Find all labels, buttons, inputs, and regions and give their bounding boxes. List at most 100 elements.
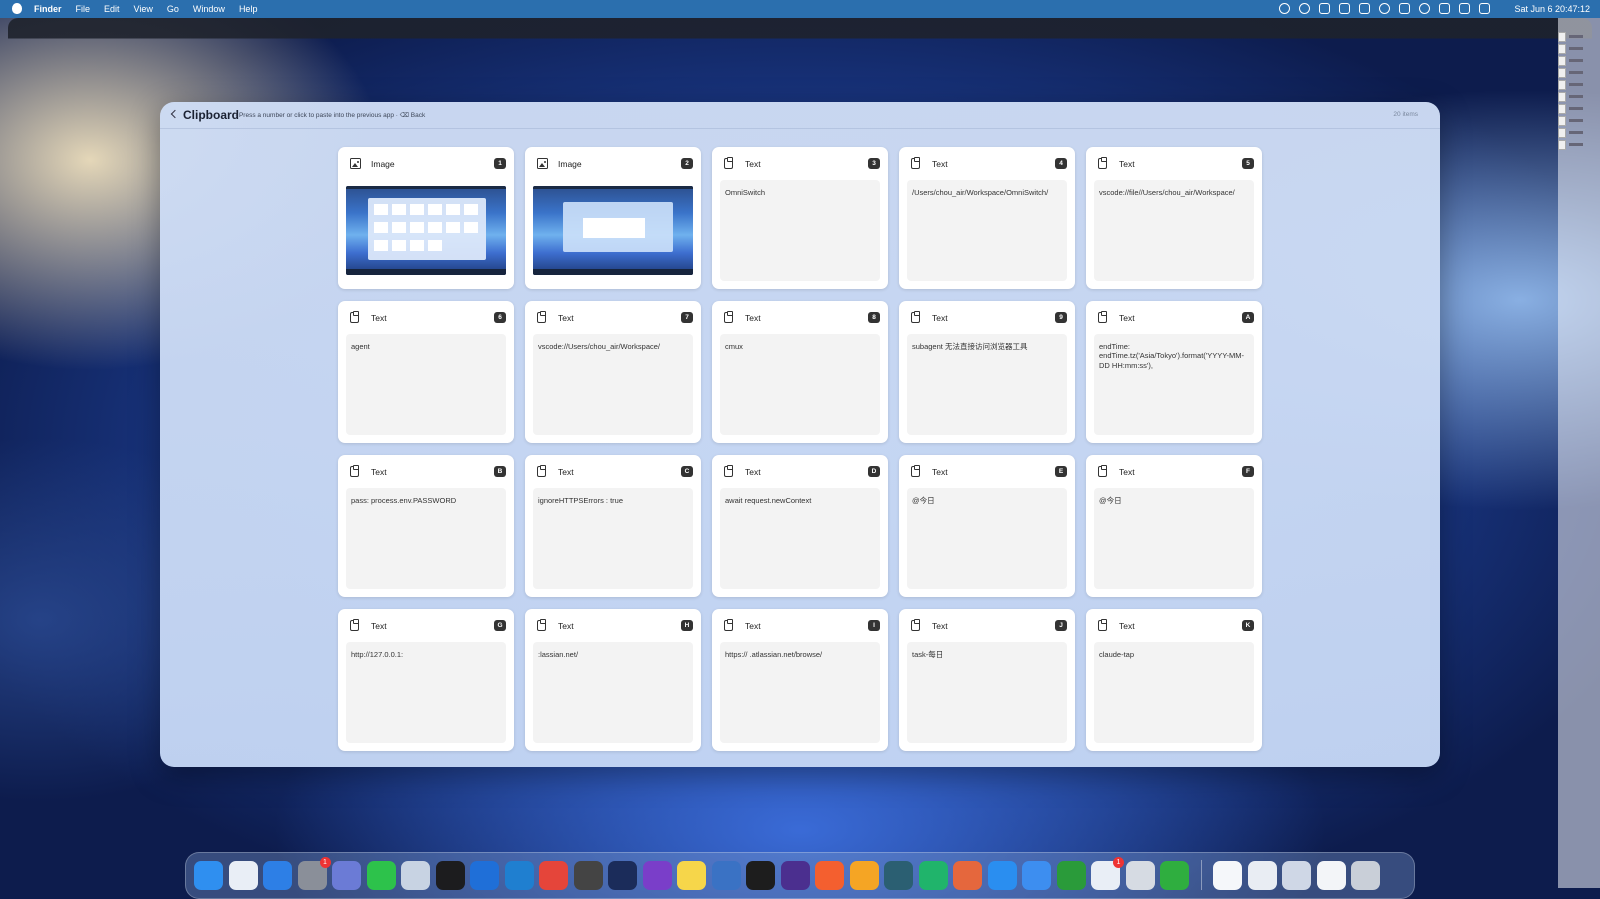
trash-icon[interactable]	[1351, 860, 1380, 890]
clipboard-card[interactable]: Text 5 vscode://file//Users/chou_air/Works…	[1086, 147, 1262, 289]
card-type-label: Text	[371, 467, 387, 477]
clipboard-card[interactable]: Text Bpass: process.env.PASSWORD	[338, 455, 514, 597]
clipboard-icon	[911, 618, 920, 631]
card-shortcut-key: 8	[868, 312, 880, 323]
clipboard-card[interactable]: Text 8 cmux	[712, 301, 888, 443]
clipboard-icon	[350, 464, 359, 477]
clipboard-card[interactable]: Text 4/Users/chou_air/Workspace/OmniSwitc…	[899, 147, 1075, 289]
clipboard-card[interactable]: Text E @今日	[899, 455, 1075, 597]
terminal-icon[interactable]	[608, 860, 637, 890]
keynote-icon[interactable]	[1022, 860, 1051, 890]
menu-app-name[interactable]: Finder	[34, 4, 62, 14]
pencil-app-icon[interactable]	[815, 860, 844, 890]
documents-stack-icon[interactable]	[1247, 860, 1277, 890]
search-icon[interactable]	[1419, 3, 1430, 14]
card-shortcut-key: F	[1242, 466, 1254, 477]
apple-logo-icon[interactable]	[12, 3, 22, 14]
clipboard-panel: Clipboard · Press a number or click to p…	[160, 102, 1440, 767]
card-shortcut-key: 3	[868, 158, 880, 169]
card-shortcut-key: G	[494, 620, 506, 631]
accessibility-icon[interactable]	[1359, 3, 1370, 14]
sparkle-icon[interactable]	[1299, 3, 1310, 14]
orange-app-icon[interactable]	[849, 860, 879, 890]
clipboard-card[interactable]: Text Kclaude-tap	[1086, 609, 1262, 751]
minimized-window-icon[interactable]	[1213, 860, 1242, 890]
clipboard-icon	[911, 464, 920, 477]
dock: 11	[185, 852, 1415, 899]
finder-icon[interactable]	[194, 860, 223, 890]
grid-app-icon[interactable]	[435, 860, 465, 890]
notification-badge: 1	[319, 856, 331, 868]
menu-view[interactable]: View	[134, 4, 153, 14]
grid-icon[interactable]	[1319, 3, 1330, 14]
image-icon	[350, 158, 361, 169]
system-settings-icon[interactable]: 1	[297, 856, 331, 890]
back-chevron-icon[interactable]	[170, 109, 178, 119]
status-app-icon[interactable]	[1279, 3, 1290, 14]
numbers-icon[interactable]	[1056, 860, 1086, 890]
cloud-icon[interactable]	[1379, 3, 1390, 14]
slack-icon[interactable]: 1	[1091, 856, 1124, 890]
window-manager-icon[interactable]	[1459, 3, 1470, 14]
clipboard-card[interactable]: Text H:lassian.net/	[525, 609, 701, 751]
clipboard-card[interactable]: Text AendTime: endTime.tz('Asia/Tokyo').f…	[1086, 301, 1262, 443]
card-type-label: Text	[745, 313, 761, 323]
menu-file[interactable]: File	[76, 4, 91, 14]
clipboard-card[interactable]: Text F @今日	[1086, 455, 1262, 597]
clipboard-card[interactable]: Text Ihttps:// .atlassian.net/browse/	[712, 609, 888, 751]
clipboard-card[interactable]: Text CignoreHTTPSErrors : true	[525, 455, 701, 597]
clipboard-card[interactable]: Text 7 vscode://Users/chou_air/Workspace/	[525, 301, 701, 443]
clipboard-card[interactable]: Text Ghttp://127.0.0.1:	[338, 609, 514, 751]
clipboard-card[interactable]: Image 2	[525, 147, 701, 289]
menu-go[interactable]: Go	[167, 4, 179, 14]
panel-title: Clipboard	[183, 108, 239, 122]
github-desktop-icon[interactable]	[642, 860, 672, 890]
clipboard-card[interactable]: Text 6 agent	[338, 301, 514, 443]
obsidian-icon[interactable]	[780, 860, 810, 890]
input-source-icon[interactable]	[1439, 3, 1450, 14]
clipboard-icon	[724, 310, 733, 323]
tableplus-icon[interactable]	[711, 860, 741, 890]
clipboard-card[interactable]: Text Jtask-每日	[899, 609, 1075, 751]
launchpad-icon[interactable]	[228, 860, 258, 890]
menu-edit[interactable]: Edit	[104, 4, 120, 14]
card-type-label: Text	[932, 313, 948, 323]
menu-clock[interactable]: Sat Jun 6 20:47:12	[1514, 0, 1590, 18]
preview-icon[interactable]	[401, 860, 430, 890]
menu-bar: Finder File Edit View Go Window Help Sat…	[0, 0, 1600, 18]
clipboard-menu-icon[interactable]	[1399, 3, 1410, 14]
clipboard-card[interactable]: Text Dawait request.newContext	[712, 455, 888, 597]
claude-icon[interactable]	[953, 860, 982, 890]
cursor-icon[interactable]	[573, 860, 603, 890]
vscode-icon[interactable]	[504, 860, 534, 890]
datagrip-icon[interactable]	[746, 860, 775, 890]
display-icon[interactable]	[1339, 3, 1350, 14]
safari-icon[interactable]	[263, 860, 292, 890]
evernote-icon[interactable]	[1160, 860, 1189, 890]
dock-separator	[1200, 860, 1202, 890]
menu-help[interactable]: Help	[239, 4, 258, 14]
clipboard-card[interactable]: Image 1	[338, 147, 514, 289]
pycharm-icon[interactable]	[918, 860, 948, 890]
app-store-icon[interactable]	[987, 860, 1017, 890]
layers-app-icon[interactable]	[884, 860, 913, 890]
control-center-icon[interactable]	[1479, 3, 1490, 14]
screenshots-stack-icon[interactable]	[1282, 860, 1311, 890]
menu-window[interactable]: Window	[193, 4, 225, 14]
card-text-preview: vscode://file//Users/chou_air/Workspace/	[1094, 180, 1254, 281]
clipboard-card[interactable]: Text 9 subagent 无法直接访问浏览器工具	[899, 301, 1075, 443]
clipboard-card[interactable]: Text 3 OmniSwitch	[712, 147, 888, 289]
card-type-label: Text	[1119, 313, 1135, 323]
card-type-label: Text	[932, 159, 948, 169]
downloads-stack-icon[interactable]	[1316, 860, 1346, 890]
notes-icon[interactable]	[677, 860, 706, 890]
xcode-icon[interactable]	[470, 860, 499, 890]
card-type-label: Text	[745, 159, 761, 169]
xcode-instruments-icon[interactable]	[1125, 860, 1155, 890]
chrome-icon[interactable]	[539, 860, 568, 890]
iphone-mirroring-icon[interactable]	[332, 860, 361, 890]
card-shortcut-key: 9	[1055, 312, 1067, 323]
clipboard-icon	[911, 156, 920, 169]
wechat-icon[interactable]	[366, 860, 396, 890]
card-text-preview: OmniSwitch	[720, 180, 880, 281]
